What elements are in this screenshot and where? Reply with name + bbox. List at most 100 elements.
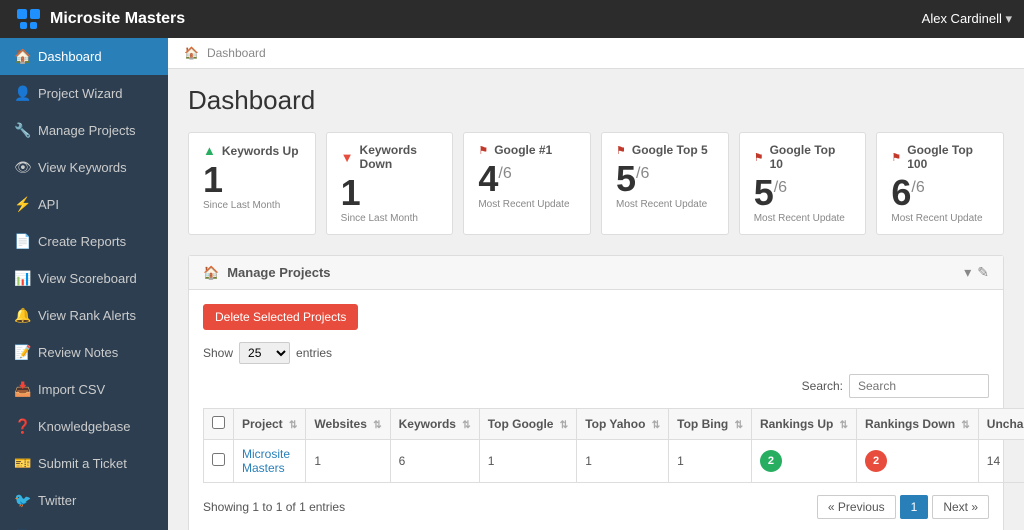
nav-icon-view-scoreboard: 📊 xyxy=(14,270,30,287)
sidebar: 🏠 Dashboard 👤 Project Wizard 🔧Manage Project… xyxy=(0,38,168,530)
col-header-3[interactable]: Keywords ⇅ xyxy=(390,409,479,440)
col-header-6[interactable]: Top Bing ⇅ xyxy=(669,409,752,440)
entries-select[interactable]: 25 10 50 100 xyxy=(239,342,290,364)
col-header-1[interactable]: Project ⇅ xyxy=(234,409,306,440)
sidebar-item-label: Create Reports xyxy=(38,234,126,249)
stat-card-sub: /6 xyxy=(774,179,787,196)
delete-selected-btn[interactable]: Delete Selected Projects xyxy=(203,304,358,330)
projects-table: Project ⇅Websites ⇅Keywords ⇅Top Google … xyxy=(203,408,1024,483)
sidebar-item-label: Dashboard xyxy=(38,49,102,64)
search-bar: Search: xyxy=(802,374,989,398)
user-menu[interactable]: Alex Cardinell ▾ xyxy=(922,11,1012,27)
stat-card-keywords-up: ▲ Keywords Up 1 Since Last Month xyxy=(188,132,316,235)
breadcrumb-current: Dashboard xyxy=(207,46,266,60)
stat-card-value: 5/6 xyxy=(754,175,852,211)
sidebar-item-label: Project Wizard xyxy=(38,86,123,101)
sidebar-item-api[interactable]: ⚡API xyxy=(0,186,168,223)
panel-header: 🏠 Manage Projects ▾ ✎ xyxy=(189,256,1003,290)
stat-card-title: Google Top 5 xyxy=(632,143,708,157)
col-header-5[interactable]: Top Yahoo ⇅ xyxy=(577,409,669,440)
page-content: Dashboard ▲ Keywords Up 1 Since Last Mon… xyxy=(168,69,1024,530)
sidebar-item-dashboard[interactable]: 🏠 Dashboard xyxy=(0,38,168,75)
nav-icon-view-rank-alerts: 🔔 xyxy=(14,307,30,324)
top-google-cell: 1 xyxy=(479,440,577,483)
col-header-9[interactable]: Unchanged ⇅ xyxy=(978,409,1024,440)
col-header-8[interactable]: Rankings Down ⇅ xyxy=(857,409,979,440)
table-footer: Showing 1 to 1 of 1 entries « Previous 1… xyxy=(203,495,989,519)
sidebar-item-knowledgebase[interactable]: ❓Knowledgebase xyxy=(0,408,168,445)
stat-card-subtitle: Most Recent Update xyxy=(891,213,989,224)
sidebar-item-facebook[interactable]: 📘Facebook xyxy=(0,519,168,530)
sidebar-item-view-keywords[interactable]: 👁 View Keywords xyxy=(0,149,168,186)
show-entries: Show 25 10 50 100 entries xyxy=(203,342,989,364)
stat-card-sub: /6 xyxy=(498,165,511,182)
stat-card-header: ⚑ Google Top 10 xyxy=(754,143,852,171)
prev-page-btn[interactable]: « Previous xyxy=(817,495,896,519)
stat-card-title: Google Top 10 xyxy=(770,143,852,171)
col-header-4[interactable]: Top Google ⇅ xyxy=(479,409,577,440)
nav-icon-view-keywords: 👁 xyxy=(14,159,30,176)
nav-icon-api: ⚡ xyxy=(14,196,30,213)
sort-icon-3: ⇅ xyxy=(462,420,470,431)
sidebar-item-import-csv[interactable]: 📥Import CSV xyxy=(0,371,168,408)
table-body: Microsite Masters 1 6 1 1 1 2 2 14 ✕ xyxy=(204,440,1024,483)
stat-card-subtitle: Since Last Month xyxy=(341,213,439,224)
search-input[interactable] xyxy=(849,374,989,398)
stat-card-header: ▲ Keywords Up xyxy=(203,143,301,158)
stat-card-title: Google Top 100 xyxy=(907,143,989,171)
sidebar-item-view-scoreboard[interactable]: 📊View Scoreboard xyxy=(0,260,168,297)
nav-icon-dashboard: 🏠 xyxy=(14,48,30,65)
sidebar-item-review-notes[interactable]: 📝Review Notes xyxy=(0,334,168,371)
arrow-up-icon: ▲ xyxy=(203,143,216,158)
edit-icon[interactable]: ✎ xyxy=(977,264,989,281)
collapse-icon[interactable]: ▾ xyxy=(964,264,971,281)
stat-card-sub: /6 xyxy=(911,179,924,196)
brand-name: Microsite Masters xyxy=(50,10,185,28)
table-header: Project ⇅Websites ⇅Keywords ⇅Top Google … xyxy=(204,409,1024,440)
flag-icon: ⚑ xyxy=(754,151,764,164)
next-page-btn[interactable]: Next » xyxy=(932,495,989,519)
select-all-checkbox[interactable] xyxy=(212,416,225,429)
panel-title: Manage Projects xyxy=(227,265,330,280)
sidebar-item-twitter[interactable]: 🐦Twitter xyxy=(0,482,168,519)
logo-icon xyxy=(12,6,44,32)
col-header-7[interactable]: Rankings Up ⇅ xyxy=(751,409,856,440)
unchanged-cell: 14 xyxy=(978,440,1024,483)
stat-card-google-top-10: ⚑ Google Top 10 5/6 Most Recent Update xyxy=(739,132,867,235)
col-header-2[interactable]: Websites ⇅ xyxy=(306,409,390,440)
project-link[interactable]: Microsite Masters xyxy=(242,447,290,475)
sidebar-item-project-wizard[interactable]: 👤 Project Wizard xyxy=(0,75,168,112)
sidebar-item-submit-ticket[interactable]: 🎫 Submit a Ticket xyxy=(0,445,168,482)
stat-card-sub: /6 xyxy=(636,165,649,182)
stat-card-header: ⚑ Google Top 5 xyxy=(616,143,714,157)
nav-icon-create-reports: 📄 xyxy=(14,233,30,250)
sort-icon-2: ⇅ xyxy=(373,420,381,431)
nav-icon-review-notes: 📝 xyxy=(14,344,30,361)
nav-icon-twitter: 🐦 xyxy=(14,492,30,509)
panel-home-icon: 🏠 xyxy=(203,265,219,281)
sidebar-item-manage-projects[interactable]: 🔧Manage Projects xyxy=(0,112,168,149)
show-label: Show xyxy=(203,346,233,360)
sidebar-item-label: Submit a Ticket xyxy=(38,456,127,471)
page-1-btn[interactable]: 1 xyxy=(900,495,929,519)
stat-card-header: ⚑ Google #1 xyxy=(478,143,576,157)
table-row: Microsite Masters 1 6 1 1 1 2 2 14 ✕ xyxy=(204,440,1024,483)
panel-header-title: 🏠 Manage Projects xyxy=(203,265,331,281)
stat-card-title: Keywords Down xyxy=(360,143,439,171)
sort-icon-4: ⇅ xyxy=(560,420,568,431)
brand-logo: Microsite Masters xyxy=(12,6,185,32)
sidebar-item-create-reports[interactable]: 📄 Create Reports xyxy=(0,223,168,260)
showing-text: Showing 1 to 1 of 1 entries xyxy=(203,500,345,514)
sort-icon-1: ⇅ xyxy=(289,420,297,431)
nav-icon-submit-ticket: 🎫 xyxy=(14,455,30,472)
row-checkbox[interactable] xyxy=(212,453,225,466)
controls-row: Show 25 10 50 100 entries Search: xyxy=(203,342,989,408)
nav-icon-project-wizard: 👤 xyxy=(14,85,30,102)
sidebar-item-label: Import CSV xyxy=(38,382,105,397)
sidebar-item-label: View Keywords xyxy=(38,160,127,175)
stats-row: ▲ Keywords Up 1 Since Last Month ▼ Keywo… xyxy=(188,132,1004,235)
sidebar-item-view-rank-alerts[interactable]: 🔔View Rank Alerts xyxy=(0,297,168,334)
pagination: « Previous 1 Next » xyxy=(817,495,989,519)
panel-header-actions: ▾ ✎ xyxy=(964,264,989,281)
sort-icon-8: ⇅ xyxy=(961,420,969,431)
